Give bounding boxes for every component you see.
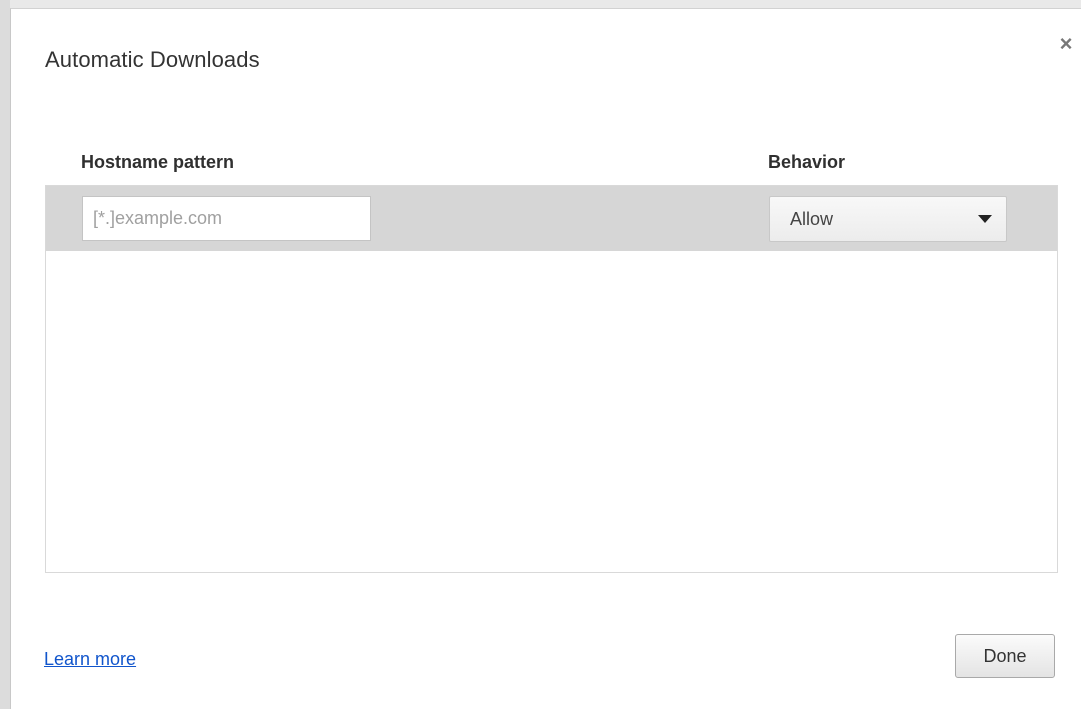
close-icon[interactable]: × xyxy=(1055,33,1077,55)
exceptions-list: Allow xyxy=(45,185,1058,573)
hostname-column-header: Hostname pattern xyxy=(81,152,235,172)
learn-more-link[interactable]: Learn more xyxy=(44,649,136,670)
chevron-down-icon xyxy=(978,215,992,223)
page-backdrop xyxy=(0,0,10,709)
hostname-pattern-input[interactable] xyxy=(82,196,371,241)
done-button[interactable]: Done xyxy=(955,634,1055,678)
automatic-downloads-dialog: Automatic Downloads × Hostname pattern B… xyxy=(10,8,1081,709)
behavior-column-header: Behavior xyxy=(768,152,846,172)
behavior-selected-value: Allow xyxy=(790,209,834,229)
dialog-title: Automatic Downloads xyxy=(45,47,260,72)
new-exception-row: Allow xyxy=(46,186,1057,251)
behavior-select[interactable]: Allow xyxy=(769,196,1007,242)
